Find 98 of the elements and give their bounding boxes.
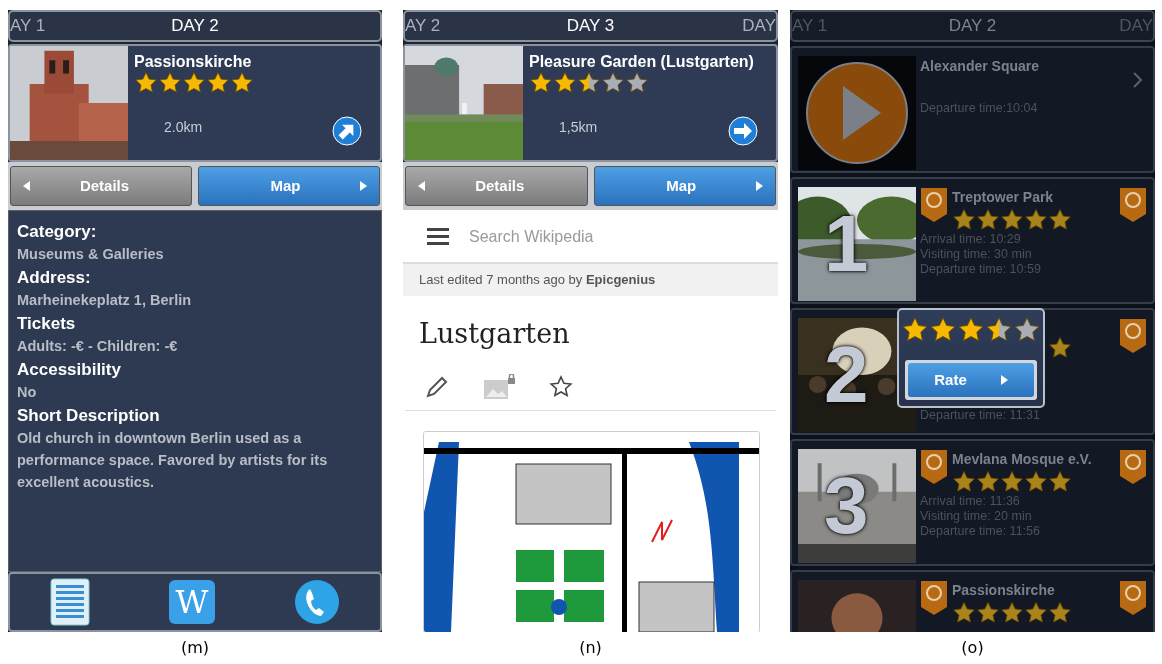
chevron-icon[interactable]	[1133, 72, 1143, 88]
field-label: Category:	[17, 221, 98, 243]
field-value: Marheinekeplatz 1, Berlin	[17, 291, 193, 310]
star-icon	[901, 316, 929, 344]
time-label: Departure time:10:04	[920, 101, 1039, 116]
star-icon	[1024, 601, 1048, 625]
day-tab[interactable]: DAY 2	[948, 13, 997, 39]
star-icon	[1024, 208, 1048, 232]
day-tab[interactable]: DAY 2	[171, 13, 219, 39]
star-icon	[952, 470, 976, 494]
field-label: Accessibility	[17, 359, 122, 381]
tab-button[interactable]: Map	[198, 166, 380, 206]
star-icon	[1000, 470, 1024, 494]
star-icon	[553, 71, 577, 95]
map-marker-icon	[1119, 187, 1147, 223]
time-label: Visiting time: 20 min	[920, 509, 1033, 524]
star-icon	[134, 71, 158, 95]
field-value: Adults: -€ - Children: -€	[17, 337, 179, 356]
star-icon	[158, 71, 182, 95]
search-field[interactable]: Search Wikipedia	[467, 224, 727, 250]
star-icon	[1048, 335, 1072, 360]
caret-icon	[1000, 375, 1008, 385]
caret-icon	[756, 181, 763, 191]
edit-info: Last edited 7 months ago by Epicgenius	[403, 264, 778, 296]
star-icon	[1048, 601, 1072, 625]
stop-name: Mevlana Mosque e.V.	[952, 450, 1092, 469]
time-label: Arrival time: 10:29	[920, 232, 1022, 247]
day-tab[interactable]: AY 1	[792, 13, 828, 39]
star-icon	[1013, 316, 1041, 344]
day-tab[interactable]: AY 2	[405, 13, 441, 39]
document-icon[interactable]	[49, 578, 90, 626]
star-icon	[230, 71, 254, 95]
stop-name: Passionskirche	[952, 581, 1056, 600]
map-marker-icon	[1119, 318, 1147, 354]
field-value: Old church in downtown Berlin used as a performance space. Favored by artists for its excellent acoustics.	[17, 429, 329, 492]
time-label: Departure time: 11:56	[920, 524, 1041, 539]
phone-icon[interactable]	[294, 579, 341, 625]
rate-button[interactable]: Rate	[908, 363, 1034, 397]
field-value: No	[17, 383, 38, 402]
star-icon	[952, 601, 976, 625]
time-label: Arrival time: 11:36	[920, 494, 1021, 509]
day-tab[interactable]: DAY 3	[566, 13, 615, 39]
star-icon	[1000, 601, 1024, 625]
figure-caption: (m)	[180, 637, 210, 659]
star-icon	[957, 316, 985, 344]
time-label: Departure time: 11:31	[920, 407, 1041, 423]
star-icon	[1048, 208, 1072, 232]
map-marker-icon	[920, 449, 948, 485]
star-icon	[625, 71, 649, 95]
field-label: Address:	[17, 267, 92, 289]
distance-label: 1,5km	[559, 118, 598, 137]
star-icon	[182, 71, 206, 95]
stop-name: Treptower Park	[952, 188, 1055, 207]
menu-icon[interactable]	[427, 228, 449, 246]
stop-name: Alexander Square	[920, 57, 1041, 76]
pencil-icon[interactable]	[425, 375, 449, 399]
star-icon	[1000, 208, 1024, 232]
star-icon	[601, 71, 625, 95]
field-value: Museums & Galleries	[17, 245, 165, 264]
tab-button[interactable]: Details	[405, 166, 588, 206]
star-icon	[206, 71, 230, 95]
day-tab[interactable]: DAY	[1119, 13, 1153, 39]
time-label: Visiting time: 30 min	[920, 247, 1033, 262]
figure-caption: (n)	[579, 637, 602, 659]
stop-number: 3	[824, 461, 869, 551]
day-tab[interactable]: DAY	[742, 13, 776, 39]
play-icon[interactable]	[798, 56, 916, 170]
caret-icon	[23, 181, 30, 191]
star-icon	[1048, 470, 1072, 494]
star-icon	[976, 601, 1000, 625]
map-marker-icon	[1119, 449, 1147, 485]
wikipedia-button[interactable]: W	[169, 580, 215, 624]
star-icon	[529, 71, 553, 95]
star-icon	[976, 208, 1000, 232]
place-name: Pleasure Garden (Lustgarten)	[529, 52, 755, 71]
article-title: Lustgarten	[418, 316, 571, 351]
star-icon	[1024, 470, 1048, 494]
image-lock-icon[interactable]	[483, 374, 515, 400]
star-icon	[976, 470, 1000, 494]
map-marker-icon	[920, 580, 948, 616]
field-label: Tickets	[17, 313, 77, 335]
tab-button[interactable]: Map	[593, 166, 776, 206]
star-icon	[985, 316, 1013, 344]
day-tab[interactable]: AY 1	[10, 13, 46, 39]
field-label: Short Description	[17, 405, 161, 427]
tab-button[interactable]: Details	[10, 166, 192, 206]
distance-label: 2.0km	[164, 118, 203, 137]
star-icon	[952, 208, 976, 232]
map-marker-icon	[1119, 580, 1147, 616]
star-icon[interactable]	[549, 375, 573, 399]
place-name: Passionskirche	[134, 52, 253, 71]
caret-icon	[360, 181, 367, 191]
caret-icon	[418, 181, 425, 191]
time-label: Departure time: 10:59	[920, 262, 1042, 277]
star-icon	[929, 316, 957, 344]
star-icon	[577, 71, 601, 95]
figure-caption: (o)	[961, 637, 984, 659]
map-marker-icon	[920, 187, 948, 223]
